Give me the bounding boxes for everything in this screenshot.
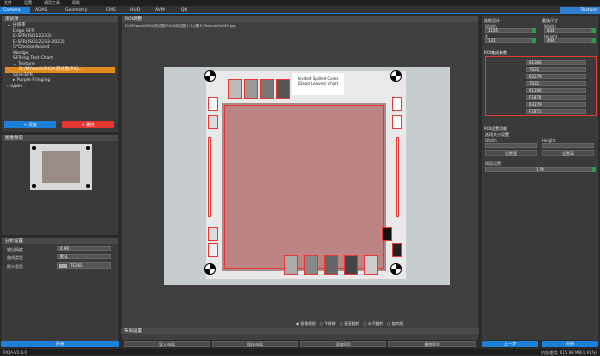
side-patch-roi[interactable] [208, 227, 218, 241]
roi-width-input[interactable] [485, 143, 537, 148]
radio-pan[interactable]: ○ 平移移 [320, 321, 336, 327]
save-layout-button[interactable]: 保存布局 [212, 341, 298, 347]
registration-marker-icon [204, 70, 216, 82]
x-spinner[interactable] [532, 38, 536, 43]
gray-patch-roi[interactable] [324, 255, 338, 275]
tab-qk[interactable]: QK [178, 7, 191, 14]
gray-patch-roi[interactable] [344, 255, 358, 275]
set-height-button[interactable]: 设置高 [542, 150, 594, 156]
gray-patch-roi[interactable] [364, 255, 378, 275]
radio-image-view[interactable]: ◉ 图像视图 [296, 321, 316, 327]
preview-header: 图像预览 [2, 135, 118, 141]
status-bar: RIQA-V2.6.0 内存使用: 615.98 MB(1.91%) [0, 349, 600, 355]
gray-patch-roi[interactable] [260, 79, 274, 99]
chart-image[interactable]: Invited Spilled Coins (Dead Leaves) char… [164, 67, 450, 285]
analysis-settings-panel: 分析设置 输出精度 0.90 曲线类型 默认 图卡类型 TE265 [1, 237, 119, 342]
image-path: D:/MYwork/RIQA测试图/RIQA测试图1 (1)/图卡/Textur… [125, 24, 236, 28]
chart-type-swatch-icon [59, 263, 67, 268]
size-width-input[interactable]: 834 [544, 28, 592, 33]
test-tree: ⌄ 分辨率 Edge-SFR E-SFR(ISO12233) E-SFR(ISO… [2, 22, 118, 90]
tab-geometry[interactable]: Geometry [62, 7, 90, 14]
edge-roi[interactable] [396, 137, 399, 217]
gray-patch-roi[interactable] [244, 79, 258, 99]
delete-roi-button[interactable]: 删除ROI [388, 341, 476, 347]
size-width-spinner[interactable] [592, 28, 596, 33]
preview-thumbnail [30, 144, 92, 190]
tab-hud[interactable]: HUD [127, 7, 143, 14]
previous-button[interactable]: 上一步 [482, 341, 538, 347]
texture-roi[interactable] [224, 105, 384, 269]
radio-vflip[interactable]: ○ 垂直翻转 [340, 321, 360, 327]
roi-param-input[interactable]: 7031 [526, 81, 586, 86]
radio-rotate[interactable]: ○ 旋转图 [387, 321, 403, 327]
delete-button[interactable]: × 删除 [62, 121, 114, 128]
image-preview-panel: 图像预览 [1, 134, 119, 236]
radio-hflip[interactable]: ○ 水平翻转 [363, 321, 383, 327]
size-height-spinner[interactable] [592, 38, 596, 43]
analyze-button[interactable]: 分析 [542, 341, 598, 347]
side-patch-roi[interactable] [208, 115, 218, 129]
add-roi-button[interactable]: 添加ROI [300, 341, 386, 347]
preview-marker-icon [32, 146, 36, 150]
width-spinner[interactable] [532, 28, 536, 33]
start-button[interactable]: 开始 [1, 341, 119, 347]
side-patch-roi[interactable] [382, 227, 392, 241]
crop-x-input[interactable]: 131 [485, 38, 533, 43]
chart-title: Invited Spilled Coins (Dead Leaves) char… [292, 73, 344, 95]
roi-param-input[interactable]: F1870 [526, 95, 586, 100]
gray-patch-roi[interactable] [276, 79, 290, 99]
gray-patch-roi[interactable] [284, 255, 298, 275]
right-panel: 选框设计 截选尺寸 Width 1165 Width 834 X 131 Hei… [481, 15, 599, 341]
roi-param-input[interactable]: 63279 [526, 102, 586, 107]
test-items-panel: 测试项 ⌄ 分辨率 Edge-SFR E-SFR(ISO12233) E-SFR… [1, 15, 119, 133]
edge-roi[interactable] [208, 137, 211, 217]
side-patch-roi[interactable] [392, 243, 402, 257]
roi-param-input[interactable]: 7031 [526, 67, 586, 72]
registration-marker-icon [204, 263, 216, 275]
set-width-button[interactable]: 设置宽 [485, 150, 537, 156]
gray-patch-roi[interactable] [304, 255, 318, 275]
view-options: ◉ 图像视图 ○ 平移移 ○ 垂直翻转 ○ 水平翻转 ○ 旋转图 [296, 321, 403, 327]
setting-label: 曲线类型 [7, 255, 23, 260]
tab-cms[interactable]: CMS [103, 7, 119, 14]
side-patch-roi[interactable] [392, 115, 402, 129]
crop-width-input[interactable]: 1165 [485, 28, 533, 33]
layout-settings-header: 布局设置 [121, 328, 479, 334]
tab-texture[interactable]: Texture [560, 7, 600, 14]
side-patch-roi[interactable] [392, 97, 402, 111]
output-precision-input[interactable]: 0.90 [57, 246, 111, 251]
side-patch-roi[interactable] [208, 243, 218, 257]
add-button[interactable]: + 添加 [4, 121, 56, 128]
module-tab-bar: Camera ADAS Geometry CMS HUD AVM QK Text… [0, 6, 600, 14]
tree-item-noise[interactable]: › один [5, 84, 115, 90]
roi-param-input[interactable]: 61366 [526, 60, 586, 65]
setting-label: 输出精度 [7, 247, 23, 252]
roi-param-input[interactable]: F1871 [526, 109, 586, 114]
size-height-input[interactable]: 494 [544, 38, 592, 43]
preview-marker-icon [32, 184, 36, 188]
roi-height-input[interactable] [542, 143, 594, 148]
version-label: RIQA-V2.6.0 [3, 349, 27, 355]
tab-avm[interactable]: AVM [152, 7, 168, 14]
gray-patch-roi[interactable] [228, 79, 242, 99]
analysis-header: 分析设置 [2, 238, 118, 244]
import-layout-button[interactable]: 导入布局 [124, 341, 210, 347]
preview-marker-icon [86, 184, 90, 188]
registration-marker-icon [390, 263, 402, 275]
tab-camera[interactable]: Camera [0, 7, 30, 14]
side-patch-roi[interactable] [208, 97, 218, 111]
threshold-spinner[interactable] [592, 167, 596, 172]
preview-texture [42, 151, 80, 183]
roi-header: ROI调整 [122, 16, 478, 22]
threshold-input[interactable]: 1 Pt [485, 167, 593, 172]
preview-marker-icon [86, 146, 90, 150]
roi-params-box: 61366 7031 63279 7031 61206 F1870 63279 … [485, 56, 597, 116]
registration-marker-icon [390, 70, 402, 82]
tab-adas[interactable]: ADAS [32, 7, 50, 14]
setting-label: 图卡类型 [7, 264, 23, 269]
roi-param-input[interactable]: 63279 [526, 74, 586, 79]
roi-param-input[interactable]: 61206 [526, 88, 586, 93]
curve-type-select[interactable]: 默认 [57, 254, 111, 259]
